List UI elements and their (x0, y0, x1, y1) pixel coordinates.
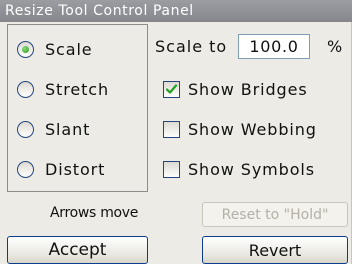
radio-unselected-icon[interactable] (17, 120, 34, 138)
radio-distort[interactable]: Distort (17, 155, 105, 183)
show-webbing-label: Show Webbing (188, 119, 317, 139)
checkbox-show-webbing[interactable]: Show Webbing (163, 115, 317, 143)
checkbox-show-bridges[interactable]: Show Bridges (163, 75, 308, 103)
reset-to-hold-button[interactable]: Reset to "Hold" (202, 202, 348, 227)
scale-value-input[interactable] (238, 34, 310, 59)
scale-to-label: Scale to (155, 37, 228, 56)
panel-title: Resize Tool Control Panel (0, 0, 352, 22)
arrows-move-hint: Arrows move (50, 205, 139, 221)
radio-distort-label: Distort (45, 159, 106, 179)
percent-label: % (327, 37, 343, 56)
show-bridges-label: Show Bridges (188, 79, 308, 99)
radio-slant-label: Slant (45, 119, 91, 139)
accept-button[interactable]: Accept (7, 236, 148, 264)
radio-selected-icon[interactable] (17, 40, 34, 58)
radio-slant[interactable]: Slant (17, 115, 90, 143)
radio-unselected-icon[interactable] (17, 80, 34, 98)
checkbox-show-symbols[interactable]: Show Symbols (163, 155, 315, 183)
checkbox-unchecked-icon[interactable] (163, 160, 180, 178)
radio-stretch[interactable]: Stretch (17, 75, 109, 103)
revert-button[interactable]: Revert (202, 236, 348, 264)
radio-scale[interactable]: Scale (17, 35, 93, 63)
radio-stretch-label: Stretch (45, 79, 110, 99)
checkbox-unchecked-icon[interactable] (163, 120, 180, 138)
radio-scale-label: Scale (45, 39, 93, 59)
mode-radio-group: Scale Stretch Slant Distort (7, 24, 148, 192)
resize-tool-control-panel: Resize Tool Control Panel Scale Stretch … (0, 0, 352, 264)
show-symbols-label: Show Symbols (188, 159, 315, 179)
radio-unselected-icon[interactable] (17, 160, 34, 178)
checkbox-checked-icon[interactable] (163, 80, 180, 98)
